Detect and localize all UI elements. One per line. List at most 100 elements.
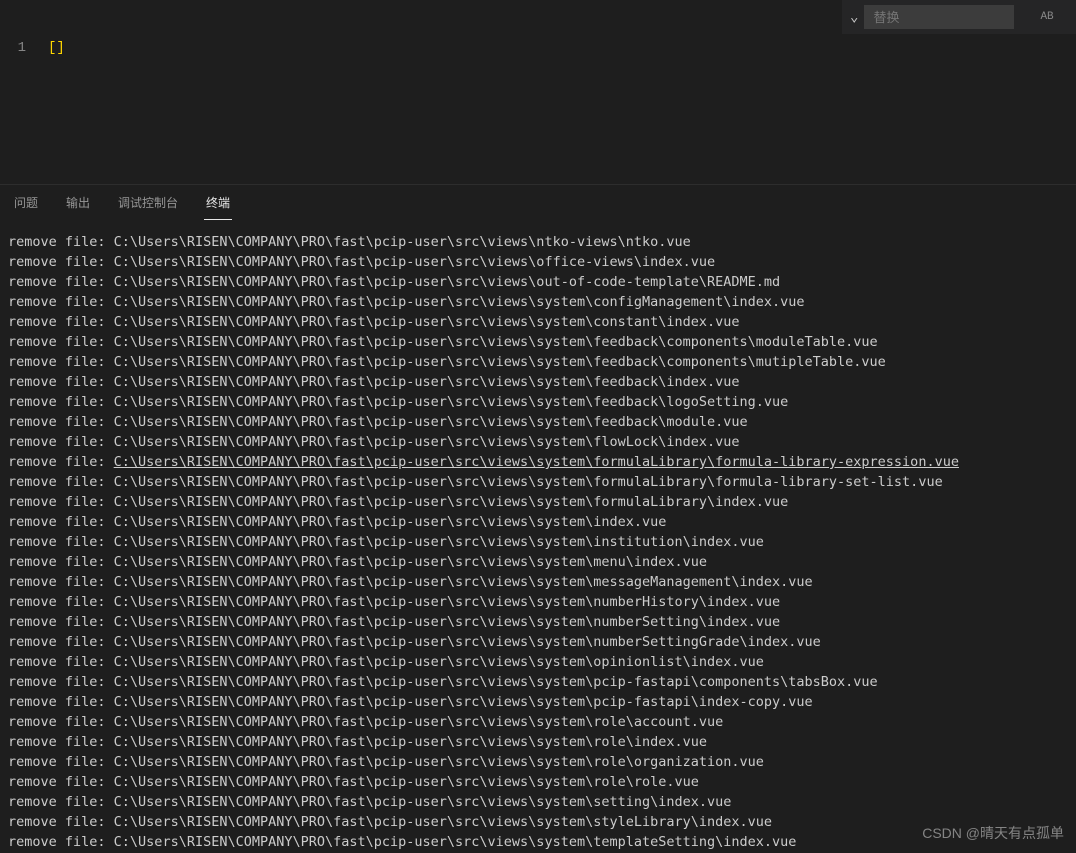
terminal-line: remove file: C:\Users\RISEN\COMPANY\PRO\… (8, 412, 1068, 432)
terminal-prefix: remove file: (8, 332, 114, 352)
terminal-line: remove file: C:\Users\RISEN\COMPANY\PRO\… (8, 472, 1068, 492)
terminal-line: remove file: C:\Users\RISEN\COMPANY\PRO\… (8, 292, 1068, 312)
replace-widget: ⌄ AB (842, 0, 1076, 34)
watermark: CSDN @晴天有点孤单 (922, 823, 1064, 843)
terminal-path: C:\Users\RISEN\COMPANY\PRO\fast\pcip-use… (114, 332, 878, 352)
terminal-line: remove file: C:\Users\RISEN\COMPANY\PRO\… (8, 792, 1068, 812)
terminal-line: remove file: C:\Users\RISEN\COMPANY\PRO\… (8, 372, 1068, 392)
terminal-prefix: remove file: (8, 352, 114, 372)
terminal-prefix: remove file: (8, 532, 114, 552)
terminal-prefix: remove file: (8, 452, 114, 472)
terminal-path: C:\Users\RISEN\COMPANY\PRO\fast\pcip-use… (114, 712, 724, 732)
terminal-line: remove file: C:\Users\RISEN\COMPANY\PRO\… (8, 452, 1068, 472)
terminal-path: C:\Users\RISEN\COMPANY\PRO\fast\pcip-use… (114, 372, 740, 392)
terminal-line: remove file: C:\Users\RISEN\COMPANY\PRO\… (8, 612, 1068, 632)
terminal-prefix: remove file: (8, 792, 114, 812)
terminal-line: remove file: C:\Users\RISEN\COMPANY\PRO\… (8, 232, 1068, 252)
terminal-prefix: remove file: (8, 512, 114, 532)
terminal-path: C:\Users\RISEN\COMPANY\PRO\fast\pcip-use… (114, 572, 813, 592)
terminal-prefix: remove file: (8, 272, 114, 292)
terminal-path: C:\Users\RISEN\COMPANY\PRO\fast\pcip-use… (114, 312, 740, 332)
terminal-path: C:\Users\RISEN\COMPANY\PRO\fast\pcip-use… (114, 552, 707, 572)
terminal-path: C:\Users\RISEN\COMPANY\PRO\fast\pcip-use… (114, 272, 780, 292)
replace-input[interactable] (864, 5, 1014, 29)
tab-output[interactable]: 输出 (64, 186, 92, 219)
terminal-prefix: remove file: (8, 652, 114, 672)
terminal-path: C:\Users\RISEN\COMPANY\PRO\fast\pcip-use… (114, 472, 943, 492)
terminal-path: C:\Users\RISEN\COMPANY\PRO\fast\pcip-use… (114, 492, 789, 512)
terminal-prefix: remove file: (8, 232, 114, 252)
terminal-path: C:\Users\RISEN\COMPANY\PRO\fast\pcip-use… (114, 292, 805, 312)
terminal-path: C:\Users\RISEN\COMPANY\PRO\fast\pcip-use… (114, 592, 780, 612)
terminal-line: remove file: C:\Users\RISEN\COMPANY\PRO\… (8, 312, 1068, 332)
terminal-line: remove file: C:\Users\RISEN\COMPANY\PRO\… (8, 692, 1068, 712)
terminal-path: C:\Users\RISEN\COMPANY\PRO\fast\pcip-use… (114, 672, 878, 692)
terminal-prefix: remove file: (8, 252, 114, 272)
tab-problems[interactable]: 问题 (12, 186, 40, 219)
panel-area: 问题 输出 调试控制台 终端 remove file: C:\Users\RIS… (0, 184, 1076, 853)
code-content: [] (48, 40, 65, 65)
terminal-prefix: remove file: (8, 692, 114, 712)
terminal-prefix: remove file: (8, 732, 114, 752)
terminal-line: remove file: C:\Users\RISEN\COMPANY\PRO\… (8, 732, 1068, 752)
line-number: 1 (0, 40, 48, 65)
terminal-path: C:\Users\RISEN\COMPANY\PRO\fast\pcip-use… (114, 352, 886, 372)
terminal-prefix: remove file: (8, 672, 114, 692)
terminal-path: C:\Users\RISEN\COMPANY\PRO\fast\pcip-use… (114, 512, 667, 532)
terminal-line: remove file: C:\Users\RISEN\COMPANY\PRO\… (8, 392, 1068, 412)
terminal-line: remove file: C:\Users\RISEN\COMPANY\PRO\… (8, 632, 1068, 652)
terminal-path: C:\Users\RISEN\COMPANY\PRO\fast\pcip-use… (114, 252, 715, 272)
editor-area: ⌄ AB 1 [] (0, 0, 1076, 184)
terminal-prefix: remove file: (8, 472, 114, 492)
terminal-line: remove file: C:\Users\RISEN\COMPANY\PRO\… (8, 352, 1068, 372)
terminal-line: remove file: C:\Users\RISEN\COMPANY\PRO\… (8, 332, 1068, 352)
chevron-down-icon[interactable]: ⌄ (850, 9, 858, 26)
terminal-path: C:\Users\RISEN\COMPANY\PRO\fast\pcip-use… (114, 772, 699, 792)
terminal-path: C:\Users\RISEN\COMPANY\PRO\fast\pcip-use… (114, 392, 789, 412)
terminal-prefix: remove file: (8, 432, 114, 452)
terminal-line: remove file: C:\Users\RISEN\COMPANY\PRO\… (8, 752, 1068, 772)
terminal-line: remove file: C:\Users\RISEN\COMPANY\PRO\… (8, 592, 1068, 612)
terminal-prefix: remove file: (8, 772, 114, 792)
terminal-prefix: remove file: (8, 552, 114, 572)
terminal-prefix: remove file: (8, 612, 114, 632)
terminal-line: remove file: C:\Users\RISEN\COMPANY\PRO\… (8, 512, 1068, 532)
terminal-line: remove file: C:\Users\RISEN\COMPANY\PRO\… (8, 252, 1068, 272)
terminal-path: C:\Users\RISEN\COMPANY\PRO\fast\pcip-use… (114, 632, 821, 652)
terminal-line: remove file: C:\Users\RISEN\COMPANY\PRO\… (8, 832, 1068, 852)
terminal-path: C:\Users\RISEN\COMPANY\PRO\fast\pcip-use… (114, 812, 772, 832)
terminal-prefix: remove file: (8, 312, 114, 332)
terminal-prefix: remove file: (8, 412, 114, 432)
preserve-case-icon[interactable]: AB (1040, 11, 1053, 23)
terminal-prefix: remove file: (8, 492, 114, 512)
terminal-prefix: remove file: (8, 292, 114, 312)
terminal-path[interactable]: C:\Users\RISEN\COMPANY\PRO\fast\pcip-use… (114, 452, 959, 472)
terminal-path: C:\Users\RISEN\COMPANY\PRO\fast\pcip-use… (114, 612, 780, 632)
terminal-prefix: remove file: (8, 712, 114, 732)
terminal-path: C:\Users\RISEN\COMPANY\PRO\fast\pcip-use… (114, 432, 740, 452)
terminal-line: remove file: C:\Users\RISEN\COMPANY\PRO\… (8, 712, 1068, 732)
panel-tabs: 问题 输出 调试控制台 终端 (0, 185, 1076, 220)
terminal-line: remove file: C:\Users\RISEN\COMPANY\PRO\… (8, 552, 1068, 572)
terminal-path: C:\Users\RISEN\COMPANY\PRO\fast\pcip-use… (114, 232, 691, 252)
terminal-prefix: remove file: (8, 832, 114, 852)
terminal-path: C:\Users\RISEN\COMPANY\PRO\fast\pcip-use… (114, 832, 797, 852)
terminal-path: C:\Users\RISEN\COMPANY\PRO\fast\pcip-use… (114, 412, 748, 432)
terminal-path: C:\Users\RISEN\COMPANY\PRO\fast\pcip-use… (114, 792, 732, 812)
terminal-prefix: remove file: (8, 572, 114, 592)
terminal-path: C:\Users\RISEN\COMPANY\PRO\fast\pcip-use… (114, 652, 764, 672)
terminal-path: C:\Users\RISEN\COMPANY\PRO\fast\pcip-use… (114, 692, 813, 712)
tab-terminal[interactable]: 终端 (204, 186, 232, 220)
terminal-path: C:\Users\RISEN\COMPANY\PRO\fast\pcip-use… (114, 752, 764, 772)
terminal-line: remove file: C:\Users\RISEN\COMPANY\PRO\… (8, 572, 1068, 592)
tab-debug-console[interactable]: 调试控制台 (116, 186, 180, 219)
terminal-line: remove file: C:\Users\RISEN\COMPANY\PRO\… (8, 812, 1068, 832)
terminal-line: remove file: C:\Users\RISEN\COMPANY\PRO\… (8, 492, 1068, 512)
terminal-line: remove file: C:\Users\RISEN\COMPANY\PRO\… (8, 772, 1068, 792)
terminal-prefix: remove file: (8, 392, 114, 412)
terminal-prefix: remove file: (8, 372, 114, 392)
terminal-prefix: remove file: (8, 752, 114, 772)
terminal-prefix: remove file: (8, 592, 114, 612)
terminal-output[interactable]: remove file: C:\Users\RISEN\COMPANY\PRO\… (0, 220, 1076, 852)
terminal-prefix: remove file: (8, 632, 114, 652)
